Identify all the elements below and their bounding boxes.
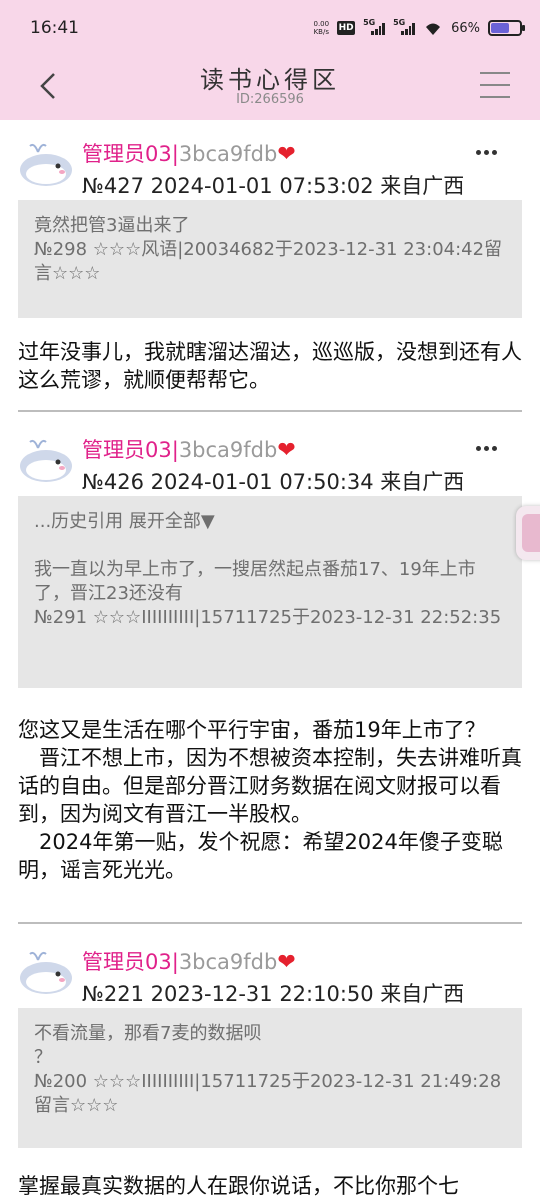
more-icon[interactable] (476, 440, 504, 456)
page-title: 读书心得区 (200, 66, 340, 94)
author-name: 管理员03 (82, 438, 172, 462)
whale-avatar-icon[interactable] (18, 946, 74, 996)
post-body: 过年没事儿，我就瞎溜达溜达，巡巡版，没想到还有人这么荒谬，就顺便帮帮它。 (18, 340, 522, 392)
post-body: 您这又是生活在哪个平行宇宙，番茄19年上市了？ 晋江不想上市，因为不想被资本控制… (18, 716, 522, 884)
battery-fill (491, 23, 510, 33)
quote-line: ？ (34, 1047, 52, 1068)
heart-icon: ❤ (277, 950, 296, 975)
status-time: 16:41 (30, 18, 79, 38)
menu-icon[interactable] (480, 72, 510, 98)
post-meta: №221 2023-12-31 22:10:50 来自广西 (82, 982, 465, 1006)
quote-line: 不看流量，那看7麦的数据呗 (34, 1023, 262, 1044)
status-bar: 16:41 0.00 KB/s HD 5G 5G 66% (0, 0, 540, 56)
post-body: 掌握最真实数据的人在跟你说话，不比你那个七 (18, 1174, 459, 1198)
author-hash: 3bca9fdb (178, 438, 278, 462)
battery-percent: 66% (451, 20, 480, 36)
signal-icon: 5G (393, 18, 416, 35)
author-hash: 3bca9fdb (178, 142, 278, 166)
whale-avatar-icon[interactable] (18, 434, 74, 484)
quote-block: ...历史引用 展开全部▼ 我一直以为早上市了，一搜居然起点番茄17、19年上市… (18, 496, 522, 688)
quote-line: 竟然把管3逼出来了 (34, 215, 190, 236)
author-hash: 3bca9fdb (178, 950, 278, 974)
quote-line: 我一直以为早上市了，一搜居然起点番茄17、19年上市了，晋江23还没有 (34, 559, 476, 604)
quote-block: 不看流量，那看7麦的数据呗 ？ №200 ☆☆☆IIIIIIIIII|15711… (18, 1008, 522, 1148)
signal-icon: 5G (363, 18, 386, 35)
body-paragraph: 2024年第一贴，发个祝愿：希望2024年傻子变聪明，谣言死光光。 (18, 830, 503, 882)
header: 读书心得区 ID:266596 (0, 56, 540, 120)
post-meta: №426 2024-01-01 07:50:34 来自广西 (82, 470, 465, 494)
body-paragraph: 晋江不想上市，因为不想被资本控制，失去讲难听真话的自由。但是部分晋江财务数据在阅… (18, 746, 522, 826)
quote-block: 竟然把管3逼出来了 №298 ☆☆☆风语|20034682于2023-12-31… (18, 200, 522, 318)
board-id: ID:266596 (236, 92, 304, 107)
heart-icon: ❤ (277, 142, 296, 167)
battery-icon (488, 20, 525, 36)
network-speed: 0.00 KB/s (313, 20, 330, 36)
divider (18, 922, 522, 924)
divider (18, 410, 522, 412)
post-meta: №427 2024-01-01 07:53:02 来自广西 (82, 174, 465, 198)
quote-line: №200 ☆☆☆IIIIIIIIII|15711725于2023-12-31 2… (34, 1071, 502, 1116)
author-line[interactable]: 管理员03|3bca9fdb❤ (82, 138, 296, 168)
heart-icon: ❤ (277, 438, 296, 463)
hd-icon: HD (337, 21, 356, 35)
author-name: 管理员03 (82, 142, 172, 166)
quote-line: №291 ☆☆☆IIIIIIIIII|15711725于2023-12-31 2… (34, 607, 502, 628)
quote-line: №298 ☆☆☆风语|20034682于2023-12-31 23:04:42留… (34, 239, 503, 284)
author-line[interactable]: 管理员03|3bca9fdb❤ (82, 434, 296, 464)
wifi-icon (426, 23, 441, 35)
floating-widget[interactable] (516, 506, 540, 560)
author-name: 管理员03 (82, 950, 172, 974)
status-icons: 0.00 KB/s HD 5G 5G 66% (313, 16, 525, 40)
author-line[interactable]: 管理员03|3bca9fdb❤ (82, 946, 296, 976)
more-icon[interactable] (476, 144, 504, 160)
body-paragraph: 您这又是生活在哪个平行宇宙，番茄19年上市了？ (18, 718, 486, 742)
whale-avatar-icon[interactable] (18, 138, 74, 188)
expand-history-link[interactable]: ...历史引用 展开全部▼ (34, 510, 506, 534)
